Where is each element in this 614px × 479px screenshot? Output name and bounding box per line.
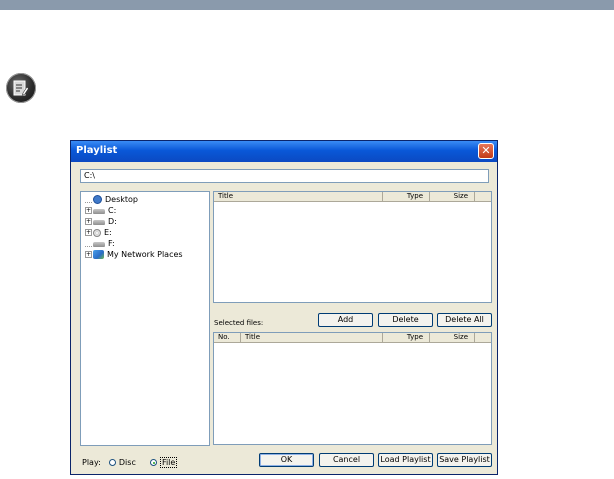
tree-item-label: Desktop xyxy=(105,195,138,204)
tree-item-label: C: xyxy=(108,206,117,215)
expand-icon[interactable]: + xyxy=(85,218,92,225)
load-playlist-button[interactable]: Load Playlist xyxy=(378,453,433,467)
title-bar: Playlist ✕ xyxy=(71,141,497,162)
play-mode-group: Play: Disc File xyxy=(82,457,178,469)
expand-icon[interactable]: + xyxy=(85,251,92,258)
selected-files-list[interactable]: No. Title Type Size xyxy=(213,332,492,445)
expand-icon[interactable]: + xyxy=(85,229,92,236)
selected-files-label: Selected files: xyxy=(214,319,264,327)
files-list[interactable]: Title Type Size xyxy=(213,191,492,303)
column-header-title[interactable]: Title xyxy=(241,333,383,342)
column-header-no[interactable]: No. xyxy=(214,333,241,342)
desktop-icon xyxy=(93,195,102,204)
window-title: Playlist xyxy=(76,145,118,156)
file-radio-label[interactable]: File xyxy=(159,457,178,468)
close-button[interactable]: ✕ xyxy=(478,143,494,159)
tree-connector xyxy=(85,240,92,247)
tree-item-network[interactable]: + My Network Places xyxy=(85,250,183,260)
delete-all-button[interactable]: Delete All xyxy=(437,313,492,327)
tree-item-label: D: xyxy=(108,217,117,226)
path-field[interactable]: C:\ xyxy=(80,169,489,183)
add-button[interactable]: Add xyxy=(318,313,373,327)
top-divider-bar xyxy=(0,0,614,10)
files-list-header: Title Type Size xyxy=(214,192,491,202)
tree-item-c[interactable]: + C: xyxy=(85,206,116,216)
column-header-size[interactable]: Size xyxy=(430,192,475,201)
cancel-button[interactable]: Cancel xyxy=(319,453,374,467)
column-header-type[interactable]: Type xyxy=(383,333,430,342)
tree-item-e[interactable]: + E: xyxy=(85,228,112,238)
tree-item-d[interactable]: + D: xyxy=(85,217,117,227)
playlist-dialog: Playlist ✕ C:\ Desktop + C: + D: + E: F: + M… xyxy=(70,140,498,475)
network-icon xyxy=(93,250,104,259)
delete-button[interactable]: Delete xyxy=(378,313,433,327)
column-header-size[interactable]: Size xyxy=(430,333,475,342)
file-radio[interactable] xyxy=(150,459,158,466)
tree-item-desktop[interactable]: Desktop xyxy=(85,195,138,205)
disc-radio-label[interactable]: Disc xyxy=(119,458,136,467)
tree-connector xyxy=(85,196,92,203)
tree-item-label: E: xyxy=(104,228,112,237)
column-header-type[interactable]: Type xyxy=(383,192,430,201)
expand-icon[interactable]: + xyxy=(85,207,92,214)
ok-button[interactable]: OK xyxy=(259,453,314,467)
disc-radio[interactable] xyxy=(109,459,117,466)
tree-item-f[interactable]: F: xyxy=(85,239,115,249)
tree-item-label: My Network Places xyxy=(107,250,183,259)
save-playlist-button[interactable]: Save Playlist xyxy=(437,453,492,467)
folder-tree[interactable]: Desktop + C: + D: + E: F: + My Network Place… xyxy=(80,191,210,446)
column-header-title[interactable]: Title xyxy=(214,192,383,201)
tree-item-label: F: xyxy=(108,239,115,248)
selected-list-header: No. Title Type Size xyxy=(214,333,491,343)
playlist-edit-icon xyxy=(6,73,36,103)
close-icon: ✕ xyxy=(481,144,491,157)
drive-icon xyxy=(93,220,105,225)
drive-icon xyxy=(93,209,105,214)
cd-drive-icon xyxy=(93,228,101,237)
drive-icon xyxy=(93,242,105,247)
play-label: Play: xyxy=(82,458,101,467)
